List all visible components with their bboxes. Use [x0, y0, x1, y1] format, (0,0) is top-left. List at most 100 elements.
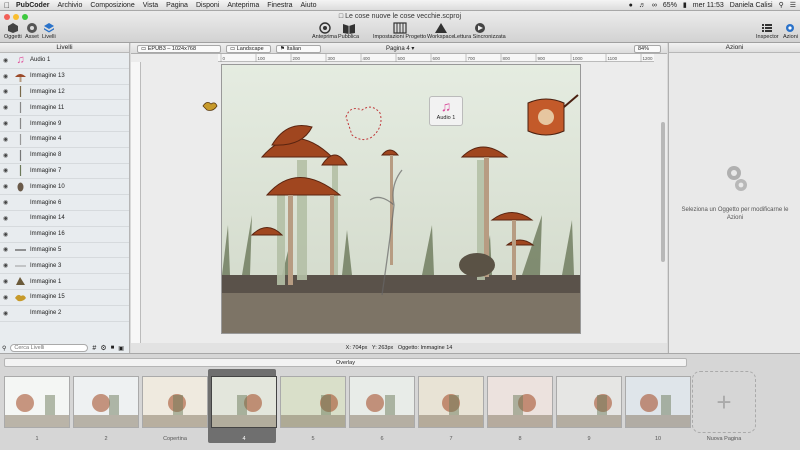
- layer-row[interactable]: ◉ Immagine 12: [0, 85, 129, 101]
- menu-archivio[interactable]: Archivio: [57, 2, 82, 9]
- layer-row[interactable]: ◉ Immagine 7: [0, 164, 129, 180]
- visibility-eye-icon[interactable]: ◉: [3, 199, 11, 206]
- menu-app[interactable]: PubCoder: [16, 2, 49, 9]
- layers-search-input[interactable]: [10, 344, 89, 352]
- objects-button[interactable]: Oggetti: [4, 21, 22, 40]
- layer-row[interactable]: ◉ Immagine 1: [0, 274, 129, 290]
- page-thumbnail[interactable]: [487, 376, 553, 428]
- notification-icon[interactable]: ☰: [790, 1, 796, 9]
- menu-vista[interactable]: Vista: [143, 2, 158, 9]
- visibility-eye-icon[interactable]: ◉: [3, 120, 11, 127]
- page-thumbnail[interactable]: [625, 376, 691, 428]
- pages-panel: Overlay 1 2 Copertina 4 5 6 7 8 9 10 + Nuova Pagi…: [0, 353, 800, 450]
- volume-icon[interactable]: ♬: [639, 2, 646, 9]
- zoom-select[interactable]: 84%: [634, 44, 661, 53]
- lock-icon[interactable]: ■: [111, 345, 115, 351]
- page-thumbnail[interactable]: [211, 376, 277, 428]
- bluetooth-icon[interactable]: ∞: [652, 2, 657, 9]
- visibility-eye-icon[interactable]: ◉: [3, 231, 11, 238]
- visibility-eye-icon[interactable]: ◉: [3, 104, 11, 111]
- actions-button[interactable]: Azioni: [783, 21, 798, 40]
- page-thumbnail[interactable]: [349, 376, 415, 428]
- clock[interactable]: mer 11:53: [693, 2, 724, 9]
- menu-aiuto[interactable]: Aiuto: [301, 2, 317, 9]
- bird-icon[interactable]: [201, 98, 219, 114]
- workspace-button[interactable]: Workspace: [427, 21, 454, 40]
- visibility-eye-icon[interactable]: ◉: [3, 57, 11, 64]
- layer-row[interactable]: ◉ Immagine 5: [0, 243, 129, 259]
- menu-disponi[interactable]: Disponi: [196, 2, 219, 9]
- canvas-area[interactable]: 0 100 200 300 400 500 600 700 800 900 1000 1100 1200: [131, 54, 667, 343]
- layer-row[interactable]: ◉ Immagine 9: [0, 116, 129, 132]
- layer-name: Immagine 9: [30, 120, 62, 127]
- visibility-eye-icon[interactable]: ◉: [3, 215, 11, 222]
- orientation-select[interactable]: ▭ Landscape: [226, 44, 271, 53]
- visibility-eye-icon[interactable]: ◉: [3, 167, 11, 174]
- tree-icon: [14, 275, 27, 288]
- layer-row[interactable]: ◉ Immagine 8: [0, 148, 129, 164]
- sync-read-button[interactable]: Lettura Sincronizzata: [454, 21, 506, 40]
- window-title: □ Le cose nuove le cose vecchie.scproj: [338, 13, 462, 20]
- preview-button[interactable]: Anteprima: [312, 21, 337, 40]
- plus-icon: +: [716, 387, 732, 417]
- user-name[interactable]: Daniela Calisi: [730, 2, 773, 9]
- visibility-eye-icon[interactable]: ◉: [3, 246, 11, 253]
- page-thumbnail[interactable]: [418, 376, 484, 428]
- wifi-icon[interactable]: ●: [629, 2, 633, 9]
- visibility-eye-icon[interactable]: ◉: [3, 310, 11, 317]
- audio-object[interactable]: ♫ Audio 1: [429, 96, 463, 126]
- trash-icon[interactable]: ▣: [118, 345, 124, 352]
- layer-row[interactable]: ◉ Immagine 4: [0, 132, 129, 148]
- ruler-ticks: 0 100 200 300 400 500 600 700 800 900 1000 1100 1200: [220, 54, 653, 62]
- visibility-eye-icon[interactable]: ◉: [3, 262, 11, 269]
- layer-row[interactable]: ◉ Immagine 13: [0, 69, 129, 85]
- layer-row[interactable]: ◉ Immagine 6: [0, 195, 129, 211]
- battery-icon[interactable]: ▮: [683, 1, 687, 9]
- inspector-button[interactable]: Inspector: [756, 21, 779, 40]
- apple-icon[interactable]: : [4, 1, 10, 10]
- layers-button[interactable]: Livelli: [42, 21, 56, 40]
- layer-row[interactable]: ◉ Immagine 10: [0, 179, 129, 196]
- asset-button[interactable]: Asset: [25, 21, 39, 40]
- page-thumbnail[interactable]: [556, 376, 622, 428]
- menu-pagina[interactable]: Pagina: [166, 2, 188, 9]
- new-page-button[interactable]: +: [692, 371, 756, 433]
- project-settings-button[interactable]: Impostazioni Progetto: [373, 21, 426, 40]
- layer-row[interactable]: ◉ Immagine 14: [0, 211, 129, 227]
- layer-row[interactable]: ◉ ♫ Audio 1: [0, 53, 129, 69]
- visibility-eye-icon[interactable]: ◉: [3, 278, 11, 285]
- visibility-eye-icon[interactable]: ◉: [3, 152, 11, 159]
- overlay-bar[interactable]: Overlay: [4, 358, 687, 367]
- ruler-tick-label: 1000: [573, 56, 584, 61]
- spotlight-icon[interactable]: ⚲: [779, 1, 784, 9]
- page-thumbnail[interactable]: [142, 376, 208, 428]
- visibility-eye-icon[interactable]: ◉: [3, 73, 11, 80]
- menu-composizione[interactable]: Composizione: [90, 2, 134, 9]
- visibility-eye-icon[interactable]: ◉: [3, 294, 11, 301]
- page-select[interactable]: Pagina 4 ▾: [386, 45, 414, 52]
- gear-icon[interactable]: ⚙: [100, 344, 106, 352]
- menu-finestra[interactable]: Finestra: [267, 2, 292, 9]
- layer-row[interactable]: ◉ Immagine 16: [0, 227, 129, 243]
- canvas-scrollbar[interactable]: [661, 122, 665, 262]
- menu-anteprima[interactable]: Anteprima: [227, 2, 259, 9]
- layer-row[interactable]: ◉ Immagine 2: [0, 306, 129, 322]
- page-thumbnail[interactable]: [4, 376, 70, 428]
- visibility-eye-icon[interactable]: ◉: [3, 136, 11, 143]
- battery-percent[interactable]: 65%: [663, 2, 677, 9]
- layer-row[interactable]: ◉ Immagine 11: [0, 100, 129, 117]
- hash-icon[interactable]: #: [92, 345, 96, 352]
- page-label: 8: [518, 436, 522, 442]
- visibility-eye-icon[interactable]: ◉: [3, 88, 11, 95]
- layer-name: Immagine 8: [30, 152, 62, 159]
- page-thumbnail[interactable]: [280, 376, 346, 428]
- page-canvas[interactable]: [221, 64, 581, 334]
- page-thumbnail[interactable]: [73, 376, 139, 428]
- layer-row[interactable]: ◉ Immagine 3: [0, 258, 129, 275]
- stem-icon: [14, 117, 27, 130]
- language-select[interactable]: ⚑ Italian: [276, 44, 321, 53]
- layer-row[interactable]: ◉ Immagine 15: [0, 290, 129, 306]
- visibility-eye-icon[interactable]: ◉: [3, 183, 11, 190]
- device-select[interactable]: ▭ EPUB3 – 1024x768: [137, 44, 221, 53]
- publish-button[interactable]: Pubblica: [338, 21, 359, 40]
